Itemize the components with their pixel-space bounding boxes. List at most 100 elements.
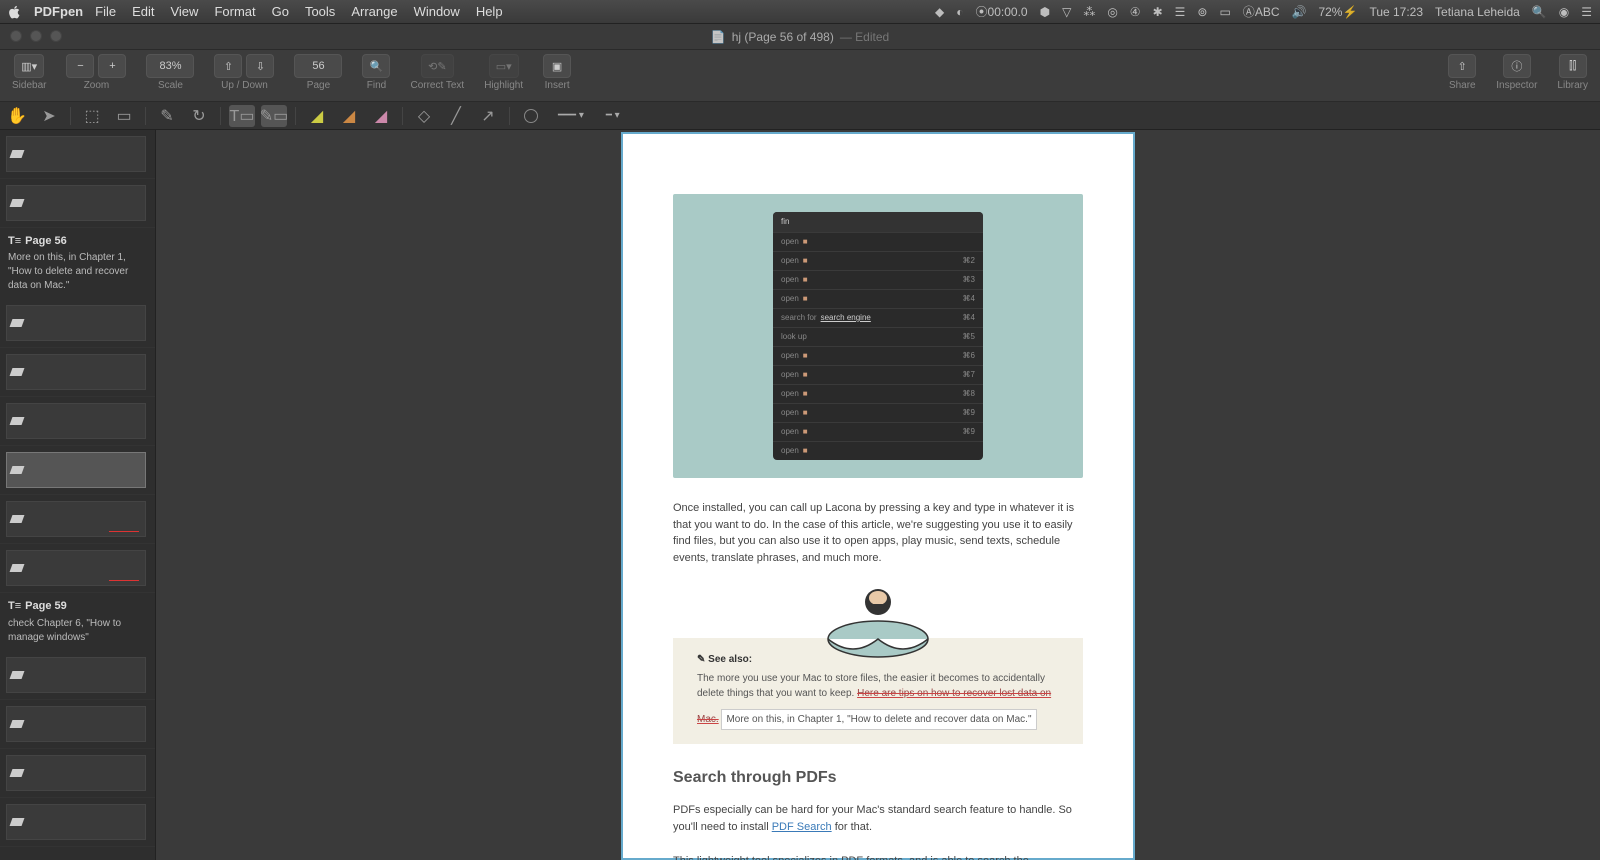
thumbnail[interactable]	[0, 798, 155, 847]
zoom-in-button[interactable]: +	[98, 54, 126, 78]
find-label: Find	[367, 80, 386, 91]
menu-arrange[interactable]: Arrange	[351, 4, 397, 19]
dropbox-icon[interactable]: ⬢	[1040, 5, 1050, 19]
select-tool[interactable]: ➤	[36, 105, 62, 127]
page-number-field[interactable]: 56	[294, 54, 342, 78]
hand-tool[interactable]: ✋	[4, 105, 30, 127]
sidebar-label: Sidebar	[12, 80, 46, 91]
app-name[interactable]: PDFpen	[34, 4, 83, 19]
clock[interactable]: Tue 17:23	[1369, 5, 1423, 19]
thumbnail[interactable]	[0, 700, 155, 749]
shape-tool[interactable]: ◇	[411, 105, 437, 127]
notification-icon[interactable]: ☰	[1581, 5, 1592, 19]
zoom-label: Zoom	[84, 80, 110, 91]
volume-icon[interactable]: 🔊	[1292, 5, 1307, 19]
updown-label: Up / Down	[221, 80, 268, 91]
redo-tool[interactable]: ↻	[186, 105, 212, 127]
user-name[interactable]: Tetiana Leheida	[1435, 5, 1520, 19]
thumbnail[interactable]	[0, 348, 155, 397]
note-tool[interactable]: ✎▭	[261, 105, 287, 127]
page-down-button[interactable]: ⇩	[246, 54, 274, 78]
thumbnails-sidebar[interactable]: T≡Page 56 More on this, in Chapter 1, "H…	[0, 130, 156, 860]
status-icon[interactable]: ◐	[956, 5, 963, 19]
status-icon[interactable]: ✱	[1153, 5, 1163, 19]
sidebar-toggle[interactable]: ▥▾	[14, 54, 44, 78]
timer-icon[interactable]: ⦿ 00:00.0	[976, 3, 1028, 20]
macos-menubar: PDFpen File Edit View Format Go Tools Ar…	[0, 0, 1600, 24]
arrow-tool[interactable]: ↗	[475, 105, 501, 127]
library-button[interactable]: ⫿⫿	[1559, 54, 1587, 78]
text-select-tool[interactable]: ⬚	[79, 105, 105, 127]
menu-window[interactable]: Window	[414, 4, 460, 19]
zoom-button[interactable]	[50, 30, 62, 42]
wifi-icon[interactable]: ⊚	[1197, 5, 1207, 19]
spotlight-icon[interactable]: 🔍	[1532, 5, 1547, 19]
mascot-illustration	[673, 584, 1083, 664]
menu-file[interactable]: File	[95, 4, 116, 19]
highlight-pink[interactable]: ◢	[368, 105, 394, 127]
thumbnail[interactable]	[0, 299, 155, 348]
thumbnail[interactable]	[0, 749, 155, 798]
camera-icon[interactable]: ◎	[1107, 5, 1117, 19]
share-button[interactable]: ⇧	[1448, 54, 1476, 78]
outline-entry[interactable]: T≡Page 56 More on this, in Chapter 1, "H…	[0, 228, 155, 299]
highlight-yellow[interactable]: ◢	[304, 105, 330, 127]
siri-icon[interactable]: ◉	[1559, 5, 1569, 19]
stroke-weight[interactable]: ━ ▾	[598, 110, 628, 121]
correct-text-button: ⟲✎	[421, 54, 453, 78]
status-icon[interactable]: ④	[1130, 5, 1141, 19]
bluetooth-icon[interactable]: ⁂	[1083, 5, 1095, 19]
thumbnail[interactable]	[0, 544, 155, 593]
input-source[interactable]: Ⓐ ABC	[1243, 3, 1280, 20]
highlight-label: Highlight	[484, 80, 523, 91]
window-titlebar: 📄 hj (Page 56 of 498) — Edited	[0, 24, 1600, 50]
status-icon[interactable]: ◆	[935, 5, 944, 19]
color-well[interactable]	[518, 105, 544, 127]
pdf-page: fin open■ open■⌘2 open■⌘3 open■⌘4 search…	[621, 132, 1135, 860]
insert-button[interactable]: ▣	[543, 54, 571, 78]
thumbnail-selected[interactable]	[0, 446, 155, 495]
inspector-button[interactable]: ⓘ	[1503, 54, 1531, 78]
thumbnail[interactable]	[0, 495, 155, 544]
page-up-button[interactable]: ⇧	[214, 54, 242, 78]
stroke-style[interactable]: ━━━ ▾	[550, 110, 592, 121]
menu-go[interactable]: Go	[272, 4, 289, 19]
battery[interactable]: 72% ⚡	[1318, 5, 1357, 19]
text-box-tool[interactable]: T▭	[229, 105, 255, 127]
menu-edit[interactable]: Edit	[132, 4, 154, 19]
thumbnail[interactable]	[0, 179, 155, 228]
menu-tools[interactable]: Tools	[305, 4, 335, 19]
correct-label: Correct Text	[410, 80, 464, 91]
zoom-percent[interactable]: 83%	[146, 54, 194, 78]
insert-label: Insert	[545, 80, 570, 91]
zoom-out-button[interactable]: −	[66, 54, 94, 78]
menu-format[interactable]: Format	[214, 4, 255, 19]
pdf-search-link[interactable]: PDF Search	[772, 821, 832, 833]
menu-view[interactable]: View	[170, 4, 198, 19]
document-icon: 📄	[711, 30, 726, 44]
menu-help[interactable]: Help	[476, 4, 503, 19]
embedded-screenshot: fin open■ open■⌘2 open■⌘3 open■⌘4 search…	[673, 194, 1083, 478]
status-icon[interactable]: ☰	[1175, 5, 1186, 19]
find-button[interactable]: 🔍	[362, 54, 390, 78]
annotation-toolstrip: ✋ ➤ ⬚ ▭ ✎ ↻ T▭ ✎▭ ◢ ◢ ◢ ◇ ╱ ↗ ━━━ ▾ ━ ▾	[0, 102, 1600, 130]
rect-select-tool[interactable]: ▭	[111, 105, 137, 127]
body-paragraph: This lightweight tool specializes in PDF…	[673, 853, 1083, 860]
line-tool[interactable]: ╱	[443, 105, 469, 127]
document-canvas[interactable]: fin open■ open■⌘2 open■⌘3 open■⌘4 search…	[156, 130, 1600, 860]
highlight-orange[interactable]: ◢	[336, 105, 362, 127]
annotation-text[interactable]: More on this, in Chapter 1, "How to dele…	[721, 709, 1036, 730]
library-label: Library	[1557, 80, 1588, 91]
display-icon[interactable]: ▭	[1219, 5, 1230, 19]
thumbnail[interactable]	[0, 651, 155, 700]
thumbnail[interactable]	[0, 130, 155, 179]
close-button[interactable]	[10, 30, 22, 42]
text-icon: T≡	[8, 234, 21, 249]
outline-entry[interactable]: T≡Page 59 check Chapter 6, "How to manag…	[0, 593, 155, 650]
pen-tool[interactable]: ✎	[154, 105, 180, 127]
minimize-button[interactable]	[30, 30, 42, 42]
status-icon[interactable]: ▽	[1062, 5, 1071, 19]
apple-menu-icon[interactable]	[8, 5, 22, 19]
thumbnail[interactable]	[0, 397, 155, 446]
scale-label: Scale	[158, 80, 183, 91]
